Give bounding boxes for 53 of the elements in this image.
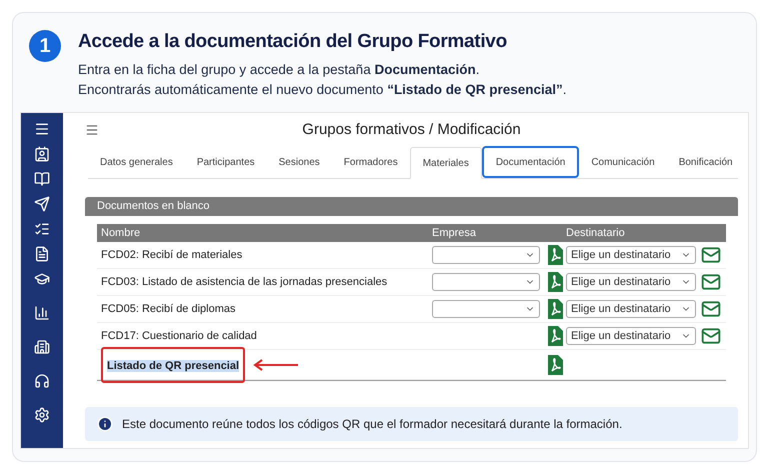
mail-icon[interactable] <box>701 272 721 292</box>
document-name: FCD17: Cuestionario de calidad <box>101 328 257 344</box>
step-description: Encontrarás automáticamente el nuevo documento “Listado de QR presencial”. <box>78 81 566 98</box>
tab[interactable]: Comunicación <box>579 146 667 178</box>
panel-header: Documentos en blanco <box>85 197 738 216</box>
document-icon[interactable] <box>34 246 50 262</box>
dropdown-field[interactable]: Elige un destinatario <box>566 273 696 291</box>
document-name: FCD05: Recibí de diplomas <box>101 302 236 317</box>
column-header: Nombre <box>100 226 142 241</box>
tab[interactable]: Documentación <box>482 146 580 178</box>
dropdown-field[interactable]: Elige un destinatario <box>566 300 696 318</box>
tab[interactable]: Sesiones <box>266 146 332 178</box>
document-name: FCD03: Listado de asistencia de las jornadas presenciales <box>101 274 388 290</box>
column-header: Empresa <box>432 226 478 241</box>
document-name: FCD02: Recibí de materiales <box>101 248 242 263</box>
pdf-icon[interactable] <box>548 272 562 292</box>
pdf-icon[interactable] <box>548 326 562 346</box>
pdf-icon[interactable] <box>548 354 562 374</box>
dropdown-field[interactable] <box>432 246 540 264</box>
step-title: Accede a la documentación del Grupo Formativo <box>78 30 508 54</box>
pdf-icon[interactable] <box>548 299 562 319</box>
menu-icon[interactable] <box>34 121 50 137</box>
checklist-icon[interactable] <box>34 221 50 237</box>
dropdown-field[interactable]: Elige un destinatario <box>566 246 696 264</box>
column-header: Destinatario <box>566 226 625 241</box>
tab[interactable]: Materiales <box>410 147 482 179</box>
contact-card-icon[interactable] <box>34 146 50 162</box>
mail-icon[interactable] <box>701 245 721 265</box>
settings-icon[interactable] <box>34 407 50 423</box>
tab[interactable]: Formadores <box>332 146 410 178</box>
tab[interactable]: Participantes <box>184 146 267 178</box>
arrow-icon <box>253 358 300 370</box>
info-text: Este documento reúne todos los códigos QR que el formador necesitará durante la formación. <box>122 416 622 433</box>
headset-icon[interactable] <box>34 373 50 389</box>
page-title: Grupos formativos / Modificación <box>302 120 521 140</box>
book-icon[interactable] <box>34 171 50 187</box>
mail-icon[interactable] <box>701 326 721 346</box>
menu-icon[interactable] <box>85 123 99 137</box>
tab[interactable]: Datos generales <box>88 146 185 178</box>
pdf-icon[interactable] <box>548 245 562 265</box>
dropdown-field[interactable]: Elige un destinatario <box>566 327 696 345</box>
paper-plane-icon[interactable] <box>34 196 50 212</box>
graduation-cap-icon[interactable] <box>34 271 50 287</box>
dropdown-field[interactable] <box>432 273 540 291</box>
tab[interactable]: Bonificación <box>666 146 745 178</box>
info-icon <box>97 416 113 432</box>
mail-icon[interactable] <box>701 299 721 319</box>
dropdown-field[interactable] <box>432 300 540 318</box>
step-description: Entra en la ficha del grupo y accede a la pestaña Documentación. <box>78 61 480 78</box>
building-icon[interactable] <box>34 339 50 355</box>
bar-chart-icon[interactable] <box>34 305 50 321</box>
document-name: Listado de QR presencial <box>107 360 240 372</box>
step-number: 1 <box>29 30 61 62</box>
